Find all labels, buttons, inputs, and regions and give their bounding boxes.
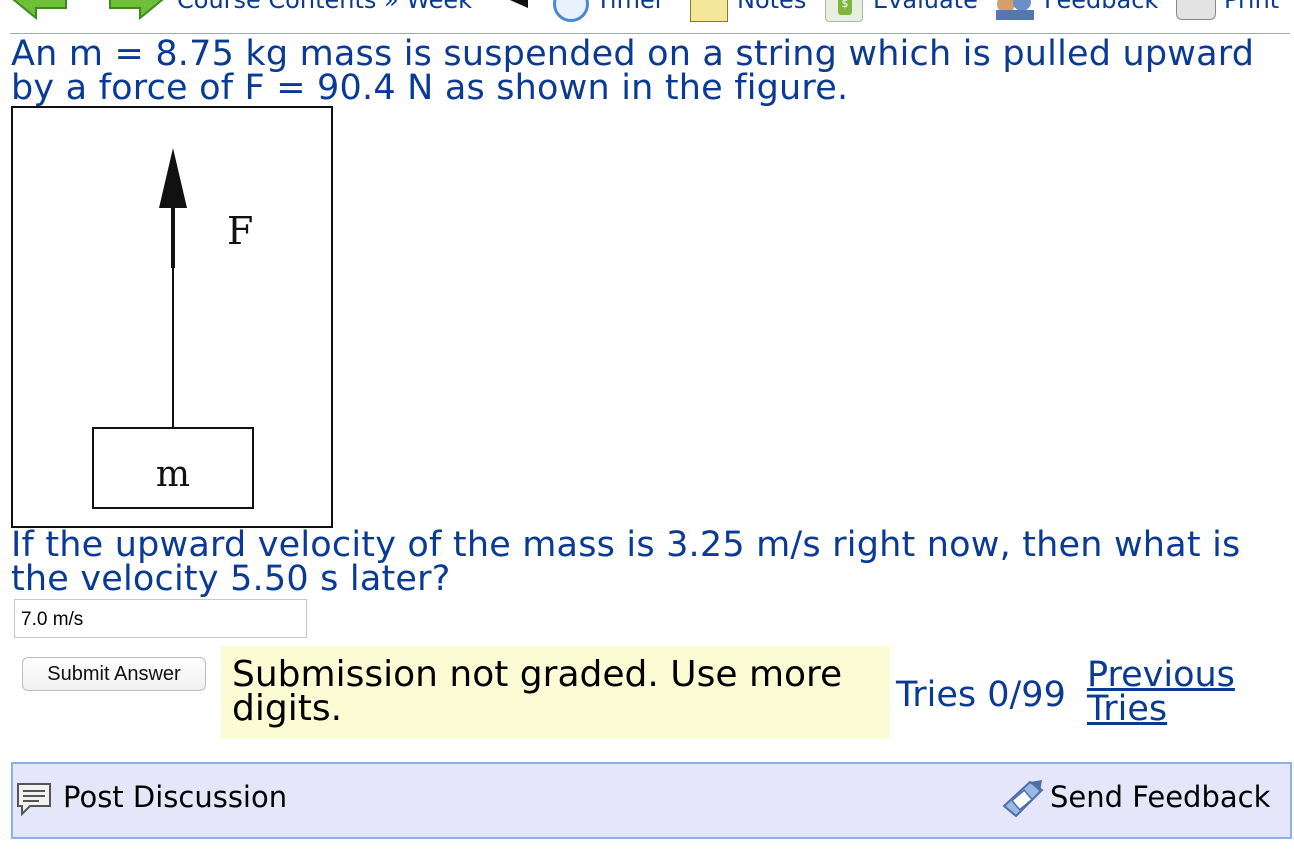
force-arrowhead-icon [159,148,187,208]
problem-line-1: An m = 8.75 kg mass is suspended on a st… [11,34,1255,74]
submit-answer-button[interactable]: Submit Answer [22,657,206,691]
problem-line-2: by a force of F = 90.4 N as shown in the… [11,68,849,108]
print-label[interactable]: Print [1224,0,1279,14]
timer-label[interactable]: Timer [596,0,665,14]
notes-label[interactable]: Notes [737,0,806,14]
question-line-1: If the upward velocity of the mass is 3.… [11,525,1241,565]
timer-clock-icon[interactable] [553,0,589,22]
evaluate-label[interactable]: Evaluate [873,0,978,14]
previous-tries-line-1[interactable]: Previous [1087,658,1235,693]
collapse-triangle-icon[interactable] [510,0,528,8]
problem-figure: F m [11,106,333,528]
answer-input[interactable]: 7.0 m/s [14,599,307,638]
force-label: F [227,209,253,253]
submission-status-box: Submission not graded. Use more digits. [221,646,890,739]
forward-arrow-icon[interactable] [106,0,166,22]
problem-statement: An m = 8.75 kg mass is suspended on a st… [11,34,1255,108]
status-line-1: Submission not graded. Use more [232,654,843,695]
mass-label: m [156,454,190,495]
toolbar: Course Contents » Week Timer Notes Evalu… [0,0,1294,36]
feedback-people-icon[interactable] [992,0,1038,20]
force-diagram: F m [92,148,254,509]
previous-tries-line-2[interactable]: Tries [1087,692,1235,727]
feedback-label[interactable]: Feedback [1044,0,1158,14]
submission-status-text: Submission not graded. Use more digits. [232,654,890,729]
send-feedback-link[interactable]: Send Feedback [1000,776,1270,820]
send-feedback-icon[interactable] [1000,776,1046,822]
speech-bubble-icon[interactable] [14,780,54,818]
back-arrow-icon[interactable] [10,0,70,22]
question-line-2: the velocity 5.50 s later? [11,559,451,599]
send-feedback-label[interactable]: Send Feedback [1050,780,1270,814]
question: If the upward velocity of the mass is 3.… [11,525,1241,599]
evaluate-icon[interactable] [825,0,863,22]
discussion-bar: Post Discussion Send Feedback [11,762,1292,839]
status-line-2: digits. [232,688,343,729]
post-discussion-label[interactable]: Post Discussion [63,780,287,814]
tries-counter: Tries 0/99 [896,675,1066,715]
notes-icon[interactable] [690,0,728,22]
printer-icon[interactable] [1176,0,1216,20]
breadcrumb[interactable]: Course Contents » Week [177,0,472,14]
previous-tries-link[interactable]: Previous Tries [1087,658,1235,727]
